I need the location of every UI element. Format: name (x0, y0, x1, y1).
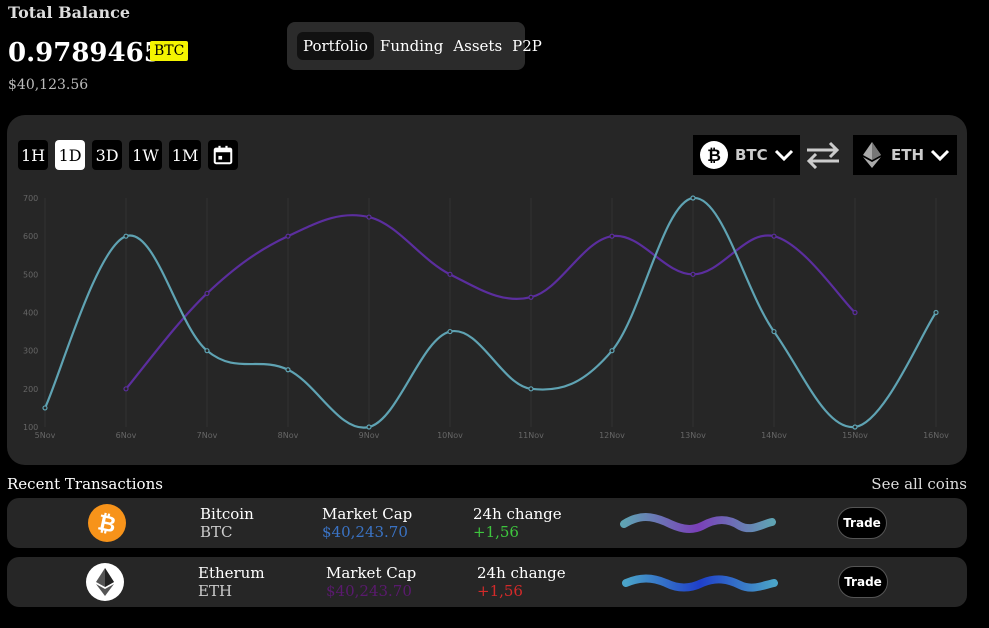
see-all-coins-link[interactable]: See all coins (871, 475, 967, 493)
x-tick-label: 15Nov (842, 431, 868, 440)
x-tick-label: 11Nov (518, 431, 544, 440)
data-point (771, 233, 777, 239)
data-point (204, 290, 210, 297)
tab-portfolio[interactable]: Portfolio (297, 32, 374, 60)
data-point (447, 271, 453, 277)
data-point (852, 424, 858, 430)
market-cap-value: $40,243.70 (322, 523, 408, 541)
tab-funding[interactable]: Funding (376, 32, 447, 60)
x-tick-label: 14Nov (761, 431, 787, 440)
chart-card: 1H 1D 3D 1W 1M ₿ BTC ETH 100 200 300 400… (7, 115, 967, 465)
market-cap-cell: Market Cap $40,243.70 (326, 564, 416, 600)
coin-name-cell: Etherum ETH (198, 564, 265, 600)
x-tick-label: 13Nov (680, 431, 706, 440)
change-cell: 24h change +1,56 (473, 505, 562, 541)
coin-name-cell: Bitcoin BTC (200, 505, 254, 541)
x-tick-label: 8Nov (278, 431, 299, 440)
data-point (285, 367, 291, 373)
market-cap-cell: Market Cap $40,243.70 (322, 505, 412, 541)
trade-button[interactable]: Trade (837, 507, 887, 539)
x-tick-label: 7Nov (197, 431, 218, 440)
data-point (771, 328, 777, 335)
y-tick-label: 400 (23, 309, 38, 318)
x-tick-label: 10Nov (437, 431, 463, 440)
market-cap-value: $40,243.70 (326, 582, 412, 600)
y-tick-label: 600 (23, 232, 38, 241)
x-tick-label: 5Nov (35, 431, 56, 440)
data-point (852, 309, 858, 316)
svg-text:₿: ₿ (95, 510, 118, 538)
transaction-row: ₿ Bitcoin BTC Market Cap $40,243.70 24h … (7, 498, 967, 548)
data-point (123, 233, 129, 239)
data-point (528, 386, 534, 392)
data-point (933, 309, 939, 316)
data-point (366, 214, 372, 220)
data-point (690, 195, 696, 201)
coin-name: Bitcoin (200, 505, 254, 523)
price-chart: 1002003004005006007005Nov 6Nov 7Nov 8Nov 9No… (23, 194, 949, 440)
x-tick-label: 16Nov (923, 431, 949, 440)
coin-symbol: BTC (200, 523, 233, 541)
tab-p2p[interactable]: P2P (508, 32, 546, 60)
data-point (42, 405, 48, 411)
change-value: +1,56 (477, 582, 523, 600)
trade-button[interactable]: Trade (838, 566, 888, 598)
series-line (44, 196, 937, 429)
data-point (123, 386, 129, 392)
market-cap-label: Market Cap (322, 505, 413, 523)
data-point (609, 233, 615, 239)
change-value: +1,56 (473, 523, 519, 541)
total-balance-title: Total Balance (8, 3, 131, 22)
data-point (609, 348, 615, 354)
coin-symbol: ETH (198, 582, 233, 600)
x-tick-label: 6Nov (116, 431, 137, 440)
transaction-row: Etherum ETH Market Cap $40,243.70 24h ch… (7, 557, 967, 607)
change-cell: 24h change +1,56 (477, 564, 566, 600)
market-cap-label: Market Cap (326, 564, 417, 582)
recent-transactions-title: Recent Transactions (7, 475, 163, 493)
data-point (690, 271, 696, 277)
sparkline (620, 513, 776, 533)
x-tick-label: 9Nov (359, 431, 380, 440)
data-point (528, 294, 534, 300)
data-point (204, 348, 210, 354)
y-tick-label: 200 (23, 385, 38, 394)
change-label: 24h change (473, 505, 562, 523)
coin-name: Etherum (198, 564, 265, 582)
y-tick-label: 700 (23, 194, 38, 203)
tab-assets[interactable]: Assets (449, 32, 506, 60)
data-point (366, 424, 372, 430)
y-tick-label: 300 (23, 347, 38, 356)
x-tick-label: 12Nov (599, 431, 625, 440)
data-point (285, 233, 291, 239)
balance-usd: $40,123.56 (8, 77, 89, 93)
currency-badge: BTC (150, 41, 189, 61)
bitcoin-icon: ₿ (88, 504, 126, 542)
y-tick-label: 500 (23, 270, 38, 279)
sparkline (622, 574, 778, 592)
top-tabs: Portfolio Funding Assets P2P (287, 22, 542, 70)
ethereum-icon (86, 563, 124, 601)
change-label: 24h change (477, 564, 566, 582)
data-point (447, 328, 453, 335)
